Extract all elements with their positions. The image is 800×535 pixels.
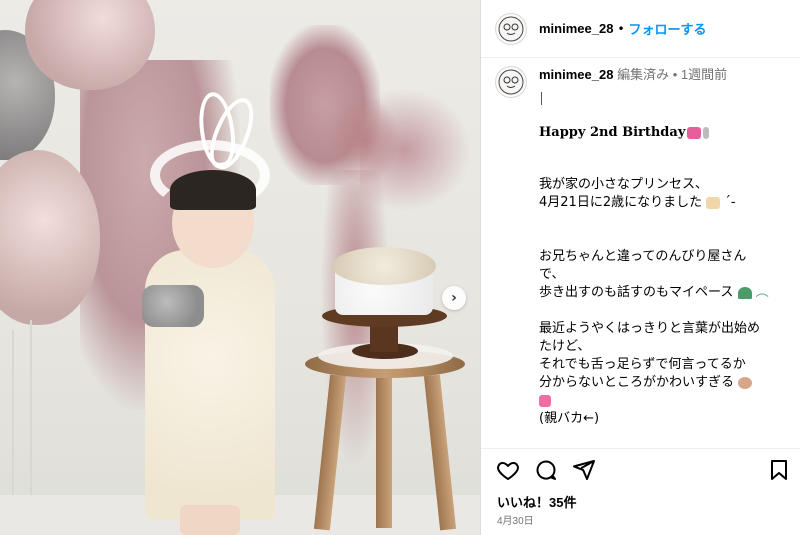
avatar-icon: [498, 16, 524, 41]
post-time[interactable]: 1週間前: [681, 67, 727, 82]
action-icons: [496, 458, 596, 482]
post-actions: いいね！35件 4月30日: [481, 448, 800, 528]
bookmark-icon[interactable]: [767, 458, 791, 482]
text-cursor: [541, 92, 542, 105]
caption-closing: (親バカ←): [539, 411, 600, 426]
heart-icon[interactable]: [496, 458, 520, 482]
turtle-emoji-icon: [737, 286, 752, 299]
post-header: minimee_28 • フォローする: [481, 0, 800, 58]
person-emoji-icon: [738, 376, 753, 389]
separator-dot: •: [672, 67, 678, 82]
cake-emoji-icon: [706, 196, 721, 209]
caption-line: 我が家の小さなプリンセス、: [539, 177, 709, 192]
caption-line: で、: [539, 267, 565, 282]
caption-line: 歩き出すのも話すのもマイペース ︵: [539, 285, 769, 300]
avatar[interactable]: [495, 12, 527, 45]
candle-emoji-icon: [703, 126, 710, 139]
avatar-icon: [498, 69, 524, 95]
avatar[interactable]: [495, 66, 527, 98]
caption-title: Happy 2nd Birthday: [539, 125, 789, 140]
post-date[interactable]: 4月30日: [497, 512, 534, 527]
like-count[interactable]: いいね！35件: [497, 492, 576, 511]
post-username[interactable]: minimee_28: [539, 21, 613, 36]
caption-line: [539, 392, 789, 410]
caption-header: minimee_28 編集済み • 1週間前: [481, 66, 800, 98]
toy-cup: [142, 285, 204, 327]
caption-line: それでも舌っ足らずで何言ってるか: [539, 357, 746, 372]
share-icon[interactable]: [572, 458, 596, 482]
caption-line-text: 歩き出すのも話すのもマイペース: [539, 285, 734, 300]
caption-line: 分からないところがかわいすぎる: [539, 374, 789, 392]
edited-label: 編集済み: [617, 67, 670, 82]
child-hair: [170, 170, 256, 210]
heart-emoji-icon: [539, 394, 551, 407]
caption-line-text: 4月21日に2歳になりました: [539, 195, 703, 210]
caption-text: Happy 2nd Birthday 我が家の小さなプリンセス、 4月21日に2…: [539, 125, 789, 428]
comment-icon[interactable]: [534, 458, 558, 482]
separator-dot: •: [617, 21, 625, 36]
caption-title-text: Happy 2nd Birthday: [539, 125, 686, 140]
cake-topping: [332, 247, 436, 285]
child-legs: [180, 505, 240, 535]
caption-line: たけど、: [539, 339, 591, 354]
caption-line-text: 分からないところがかわいすぎる: [539, 375, 735, 390]
stool-leg: [376, 378, 392, 528]
gift-emoji-icon: [687, 126, 702, 139]
post-panel: minimee_28 • フォローする minimee_28 編集済み • 1週…: [480, 0, 800, 535]
caption-username[interactable]: minimee_28: [539, 67, 613, 82]
caption-meta: minimee_28 編集済み • 1週間前: [539, 66, 727, 98]
chevron-right-icon[interactable]: ›: [442, 286, 466, 310]
caption-line: 最近ようやくはっきりと言葉が出始め: [539, 321, 761, 336]
post-photo[interactable]: ›: [0, 0, 480, 535]
caption-line: お兄ちゃんと違ってのんびり屋さん: [539, 249, 747, 264]
caption-line: 4月21日に2歳になりました ´-: [539, 195, 736, 210]
follow-button[interactable]: フォローする: [629, 19, 707, 38]
